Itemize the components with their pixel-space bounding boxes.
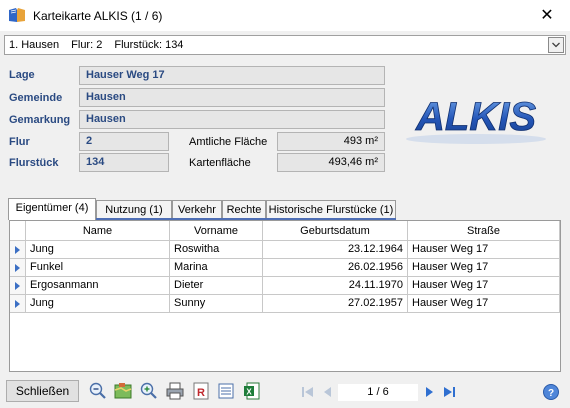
parcel-selector-text: 1. Hausen Flur: 2 Flurstück: 134	[9, 39, 195, 51]
selector-index: 1. Hausen	[9, 39, 60, 51]
table-cell-strasse[interactable]: Hauser Weg 17	[408, 295, 560, 313]
flurstueck-value: 134	[79, 153, 169, 172]
alkis-logo: ALKIS	[406, 95, 546, 144]
table-cell-name[interactable]: Jung	[26, 241, 170, 259]
gemeinde-value: Hausen	[79, 88, 385, 107]
column-header-vorname[interactable]: Vorname	[170, 221, 263, 241]
close-button[interactable]: Schließen	[6, 380, 79, 402]
last-page-icon[interactable]	[440, 383, 458, 401]
table-cell-geburtsdatum[interactable]: 26.02.1956	[263, 259, 408, 277]
tab-rechte[interactable]: Rechte	[222, 200, 266, 220]
table-cell-strasse[interactable]: Hauser Weg 17	[408, 241, 560, 259]
table-cell-name[interactable]: Ergosanmann	[26, 277, 170, 295]
amtliche-flaeche-label: Amtliche Fläche	[189, 136, 268, 148]
chevron-down-icon	[552, 42, 560, 48]
lage-label: Lage	[9, 69, 35, 81]
excel-icon[interactable]: X	[242, 381, 262, 401]
svg-text:ALKIS: ALKIS	[415, 95, 536, 139]
row-arrow-icon	[15, 264, 20, 272]
list-icon[interactable]	[216, 381, 236, 401]
row-selector[interactable]	[10, 295, 26, 313]
tab-nutzung[interactable]: Nutzung (1)	[96, 200, 172, 220]
parcel-selector[interactable]: 1. Hausen Flur: 2 Flurstück: 134	[4, 35, 566, 55]
kartenflaeche-label: Kartenfläche	[189, 157, 251, 169]
column-header-name[interactable]: Name	[26, 221, 170, 241]
selector-flur: Flur: 2	[71, 39, 103, 51]
table-cell-vorname[interactable]: Dieter	[170, 277, 263, 295]
gemeinde-label: Gemeinde	[9, 92, 63, 104]
row-arrow-icon	[15, 246, 20, 254]
flurstueck-label: Flurstück	[9, 157, 59, 169]
next-page-icon[interactable]	[420, 383, 438, 401]
print-icon[interactable]	[165, 381, 185, 401]
table-cell-strasse[interactable]: Hauser Weg 17	[408, 277, 560, 295]
svg-text:X: X	[246, 388, 252, 397]
row-arrow-icon	[15, 300, 20, 308]
map-icon[interactable]	[113, 381, 133, 401]
row-arrow-icon	[15, 282, 20, 290]
table-cell-vorname[interactable]: Marina	[170, 259, 263, 277]
row-header-corner	[10, 221, 26, 241]
row-selector[interactable]	[10, 259, 26, 277]
gemarkung-value: Hausen	[79, 110, 385, 129]
zoom-out-icon[interactable]	[88, 381, 108, 401]
column-header-strasse[interactable]: Straße	[408, 221, 560, 241]
tab-verkehr[interactable]: Verkehr	[172, 200, 222, 220]
table-cell-vorname[interactable]: Sunny	[170, 295, 263, 313]
row-selector[interactable]	[10, 277, 26, 295]
table-cell-name[interactable]: Jung	[26, 295, 170, 313]
zoom-in-icon[interactable]	[139, 381, 159, 401]
table-cell-geburtsdatum[interactable]: 27.02.1957	[263, 295, 408, 313]
selector-flurstueck: Flurstück: 134	[114, 39, 184, 51]
svg-text:?: ?	[548, 388, 554, 399]
app-book-icon	[9, 8, 25, 22]
owner-table: Name Vorname Geburtsdatum Straße Jung Ro…	[9, 220, 561, 372]
lage-value: Hauser Weg 17	[79, 66, 385, 85]
tab-historische-flurstuecke[interactable]: Historische Flurstücke (1)	[266, 200, 396, 220]
page-indicator: 1 / 6	[338, 384, 418, 401]
svg-text:R: R	[197, 387, 205, 399]
tab-eigentuemer[interactable]: Eigentümer (4)	[8, 198, 96, 220]
kartenflaeche-value: 493,46 m²	[277, 153, 385, 172]
row-selector[interactable]	[10, 241, 26, 259]
report-icon[interactable]: R	[191, 381, 211, 401]
column-header-geburtsdatum[interactable]: Geburtsdatum	[263, 221, 408, 241]
amtliche-flaeche-value: 493 m²	[277, 132, 385, 151]
flur-value: 2	[79, 132, 169, 151]
title-bar: Karteikarte ALKIS (1 / 6) ✕	[0, 0, 570, 31]
window-title: Karteikarte ALKIS (1 / 6)	[33, 9, 163, 23]
help-icon[interactable]: ?	[542, 383, 560, 401]
previous-page-icon[interactable]	[319, 383, 337, 401]
table-cell-strasse[interactable]: Hauser Weg 17	[408, 259, 560, 277]
gemarkung-label: Gemarkung	[9, 114, 71, 126]
table-cell-name[interactable]: Funkel	[26, 259, 170, 277]
flur-label: Flur	[9, 136, 30, 148]
dropdown-button[interactable]	[548, 37, 564, 53]
close-window-button[interactable]: ✕	[524, 0, 570, 31]
table-cell-geburtsdatum[interactable]: 23.12.1964	[263, 241, 408, 259]
table-cell-vorname[interactable]: Roswitha	[170, 241, 263, 259]
table-cell-geburtsdatum[interactable]: 24.11.1970	[263, 277, 408, 295]
first-page-icon[interactable]	[299, 383, 317, 401]
